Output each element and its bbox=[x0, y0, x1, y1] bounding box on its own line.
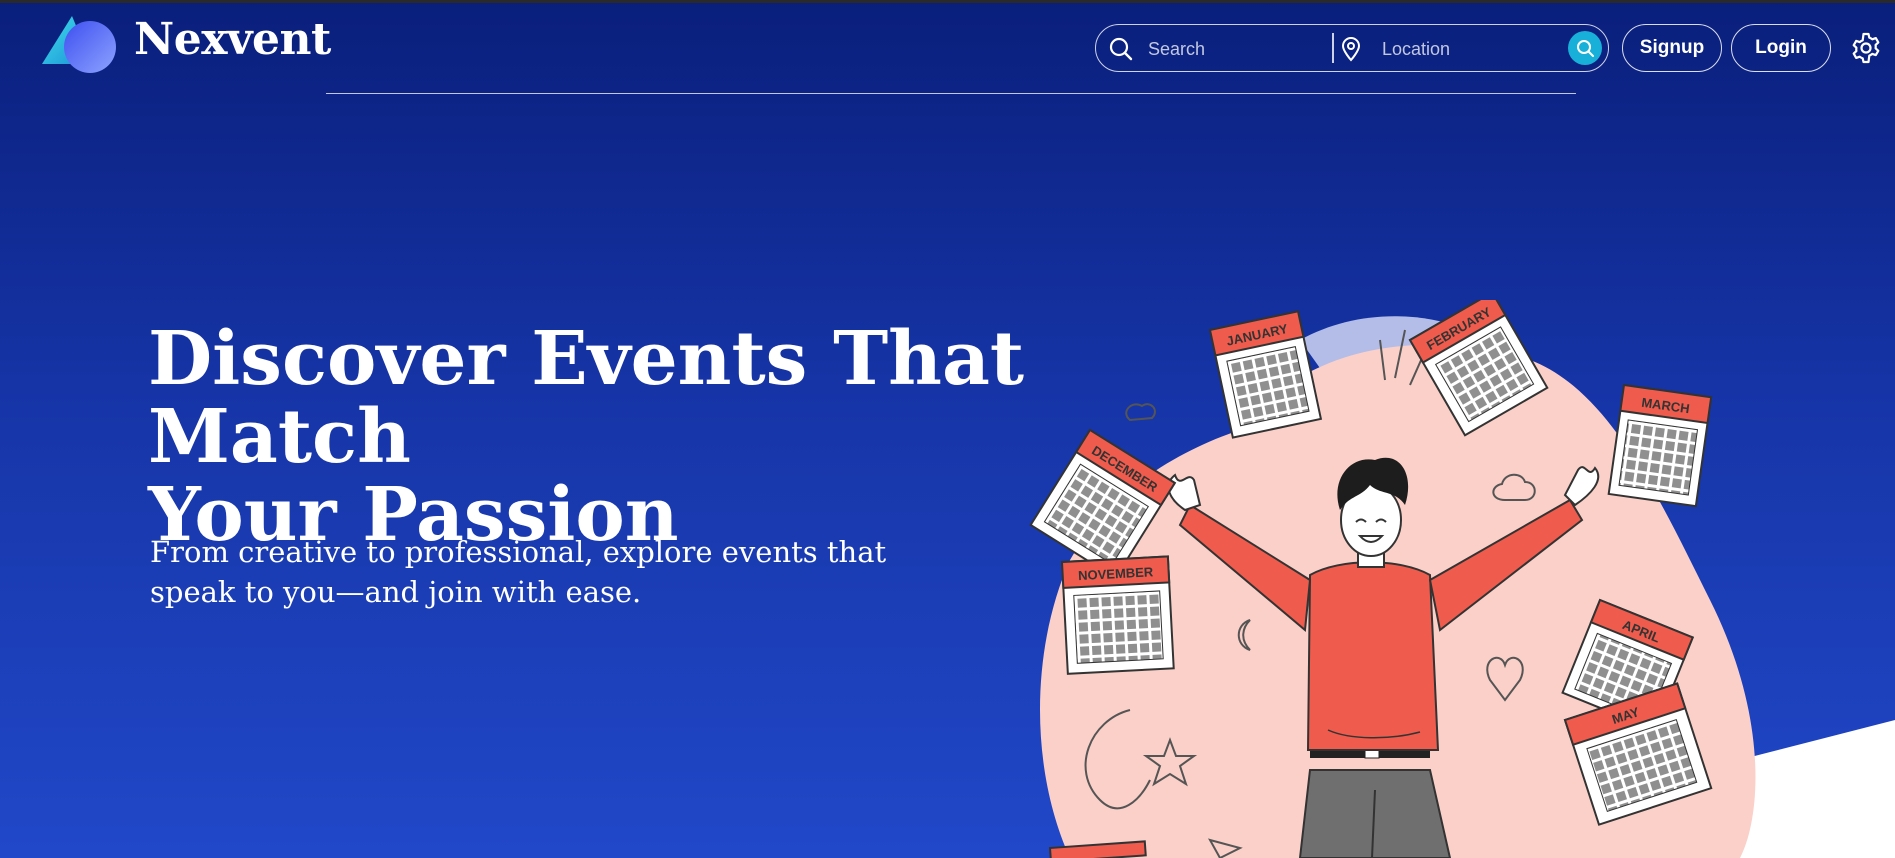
search-bar bbox=[1095, 24, 1609, 72]
top-border bbox=[0, 0, 1895, 3]
hero-subtitle-line1: From creative to professional, explore e… bbox=[150, 535, 887, 569]
search-input[interactable] bbox=[1146, 33, 1320, 65]
search-submit-button[interactable] bbox=[1568, 31, 1602, 65]
nexvent-logo-icon[interactable] bbox=[38, 14, 122, 76]
login-button[interactable]: Login bbox=[1731, 24, 1831, 72]
search-icon bbox=[1577, 40, 1594, 57]
search-icon bbox=[1109, 37, 1133, 61]
calendar-november: NOVEMBER bbox=[1060, 555, 1175, 675]
calendar-january: JANUARY bbox=[1208, 310, 1323, 439]
location-input[interactable] bbox=[1380, 33, 1554, 65]
hero-title-line1: Discover Events That Match bbox=[148, 316, 1025, 480]
search-divider bbox=[1332, 33, 1334, 63]
hero-subtitle-line2: speak to you—and join with ease. bbox=[150, 575, 642, 609]
hero-subtitle: From creative to professional, explore e… bbox=[150, 532, 930, 612]
brand-name[interactable]: Nexvent bbox=[134, 14, 331, 65]
header-divider bbox=[326, 93, 1576, 94]
gear-icon[interactable] bbox=[1850, 32, 1882, 64]
hero-illustration: JANUARY FEBRUARY MARCH APRIL MAY DECEMBE… bbox=[1029, 300, 1756, 858]
location-pin-icon bbox=[1341, 37, 1361, 62]
signup-button[interactable]: Signup bbox=[1622, 24, 1722, 72]
calendar-march: MARCH bbox=[1607, 383, 1713, 508]
